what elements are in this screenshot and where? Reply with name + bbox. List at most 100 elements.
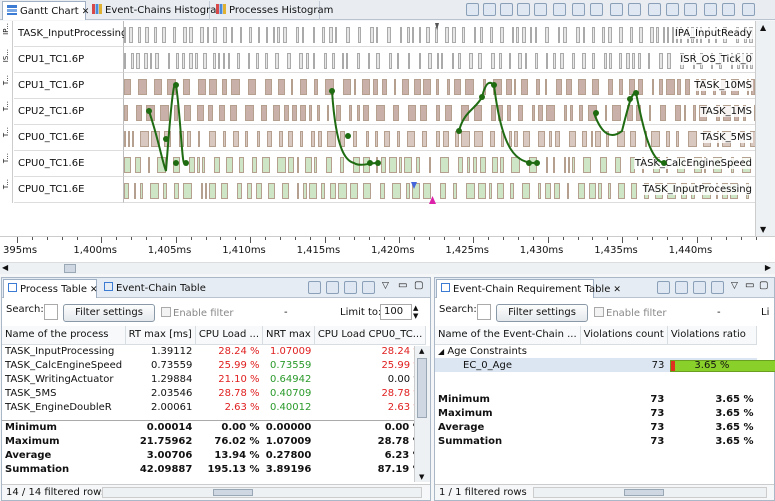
close-icon[interactable]: ✕	[90, 285, 98, 295]
column-header[interactable]: CPU Load CPU0_TC...	[314, 326, 427, 345]
table-row[interactable]: TASK_5MS 2.03546 28.78 % 0.40709 28.78 %	[2, 386, 426, 400]
nrt-max: 0.27800	[265, 449, 312, 461]
limit-stepper[interactable]: ▲ ▼	[413, 304, 423, 320]
zoom-fit-icon[interactable]	[704, 3, 717, 16]
fit-icon[interactable]	[648, 3, 661, 16]
filter-settings-button[interactable]: Filter settings	[496, 304, 588, 322]
pin-icon[interactable]	[610, 3, 623, 16]
column-header[interactable]: NRT max	[262, 326, 315, 345]
timeline-minor-tick	[146, 237, 148, 240]
zoom-out-icon[interactable]	[684, 3, 697, 16]
horizontal-scrollbar[interactable]: ◀ ▶	[0, 262, 775, 274]
rt-max: 42.09887	[139, 463, 193, 475]
table-row[interactable]: TASK_EngineDoubleR 2.00061 2.63 % 0.40012 2.…	[2, 400, 426, 414]
scroll-thumb[interactable]	[213, 489, 253, 496]
chain-point	[375, 160, 381, 166]
marker-icon	[429, 196, 436, 204]
column-header[interactable]: Name of the Event-Chain ...	[435, 326, 581, 345]
timeline-minor-tick	[413, 237, 415, 240]
zoom-in-icon[interactable]	[666, 3, 679, 16]
table-row[interactable]: TASK_CalcEngineSpeed 0.73559 25.99 % 0.7355…	[2, 358, 426, 372]
marker-icon[interactable]	[628, 3, 641, 16]
export-icon[interactable]	[693, 281, 706, 294]
timeline-minor-tick	[666, 237, 668, 240]
sort-down-icon[interactable]	[500, 3, 513, 16]
tab-process-table[interactable]: Process Table ✕	[3, 279, 98, 298]
scroll-up-icon[interactable]: ▲	[760, 23, 766, 32]
maximize-icon[interactable]	[742, 3, 755, 16]
copy-icon[interactable]	[657, 281, 670, 294]
chart-icon[interactable]	[362, 281, 375, 294]
summary-row[interactable]: Minimum 73 3.65 %	[435, 392, 757, 406]
copy-icon[interactable]	[308, 281, 321, 294]
scroll-left-icon[interactable]: ◀	[2, 263, 8, 272]
summary-row[interactable]: Maximum 73 3.65 %	[435, 406, 757, 420]
tab-event-chains-histogram[interactable]: Event-Chains Histogram	[88, 1, 226, 20]
scroll-thumb[interactable]	[624, 489, 664, 496]
tab-event-chain-table[interactable]: Event-Chain Table	[100, 279, 210, 298]
scroll-down-icon[interactable]: ▼	[419, 473, 424, 481]
limit-input[interactable]: 100	[380, 304, 412, 320]
timeline-minor-tick	[46, 237, 48, 240]
horizontal-scrollbar[interactable]	[533, 487, 767, 498]
timeline-minor-tick	[681, 237, 683, 240]
export-icon[interactable]	[572, 3, 585, 16]
table-row[interactable]: TASK_InputProcessing 1.39112 28.24 % 1.0700…	[2, 344, 426, 358]
scroll-down-icon[interactable]: ▼	[760, 225, 766, 234]
column-header[interactable]: Name of the process	[2, 326, 126, 345]
tab-gantt-chart[interactable]: Gantt Chart ✕	[2, 1, 89, 20]
enable-filter-checkbox[interactable]: Enable filter	[594, 307, 667, 319]
view-menu-icon[interactable]: ▽	[382, 281, 389, 291]
scroll-thumb[interactable]	[64, 264, 76, 273]
summary-row[interactable]: Average 73 3.65 %	[435, 420, 757, 434]
chart-icon[interactable]	[711, 281, 724, 294]
summary-row[interactable]: Summation 42.09887 195.13 % 3.89196 87.19 %	[2, 462, 426, 476]
search-input[interactable]	[44, 304, 58, 320]
maximize-icon[interactable]: ▢	[414, 280, 423, 291]
dash-label: -	[284, 307, 288, 318]
scroll-right-icon[interactable]: ▶	[765, 263, 771, 272]
export-icon[interactable]	[344, 281, 357, 294]
scroll-up-icon[interactable]: ▲	[419, 347, 424, 355]
sort-up-icon[interactable]	[483, 3, 496, 16]
column-header[interactable]: Violations count	[580, 326, 668, 345]
maximize-icon[interactable]: ▢	[759, 280, 768, 291]
process-panel: Process Table ✕ Event-Chain Table ▽ ▭ ▢ S…	[1, 277, 431, 501]
close-icon[interactable]: ✕	[613, 285, 621, 295]
search-input[interactable]	[477, 304, 491, 320]
grid-icon[interactable]	[553, 3, 566, 16]
table-row[interactable]: TASK_WritingActuator 1.29884 21.10 % 0.6494…	[2, 372, 426, 386]
table-row[interactable]: EC_0_Age 73 3.65 %	[435, 358, 775, 372]
filter-settings-button[interactable]: Filter settings	[63, 304, 155, 322]
export-icon[interactable]	[675, 281, 688, 294]
scroll-thumb[interactable]	[417, 358, 427, 418]
summary-row[interactable]: Maximum 21.75962 76.02 % 1.07009 28.78 %	[2, 434, 426, 448]
export-icon[interactable]	[326, 281, 339, 294]
collapse-icon[interactable]	[534, 3, 547, 16]
vertical-scrollbar[interactable]: ▲ ▼	[755, 21, 775, 236]
timeline-tick	[324, 237, 326, 243]
tab-processes-histogram[interactable]: Processes Histogram	[212, 1, 333, 20]
expand-icon[interactable]: ◢	[438, 347, 444, 356]
sort-icon[interactable]	[517, 3, 530, 16]
horizontal-scrollbar[interactable]	[102, 487, 422, 498]
view-menu-icon[interactable]: ▽	[731, 281, 738, 291]
minimize-icon[interactable]	[722, 3, 735, 16]
column-header[interactable]: Violations ratio	[667, 326, 758, 345]
summary-row[interactable]: Minimum 0.00014 0.00 % 0.00000 0.00 %	[2, 420, 426, 434]
column-header[interactable]: RT max [ms]	[125, 326, 196, 345]
summary-row[interactable]: Average 3.00706 13.94 % 0.27800 6.23 %	[2, 448, 426, 462]
minimize-icon[interactable]: ▭	[398, 280, 407, 291]
column-header[interactable]: CPU Load ...	[195, 326, 264, 345]
vertical-scrollbar[interactable]: ▲ ▼	[414, 346, 430, 482]
settings-icon[interactable]	[590, 3, 603, 16]
timeline-tick	[399, 237, 400, 243]
toolbar-button[interactable]	[466, 3, 479, 16]
enable-filter-checkbox[interactable]: Enable filter	[161, 307, 234, 319]
violations-ratio-cell: 3.65 %	[667, 358, 775, 372]
tree-group-row[interactable]: ◢ Age Constraints	[435, 344, 757, 358]
tab-event-chain-requirement-table[interactable]: Event-Chain Requirement Table ✕	[436, 279, 621, 298]
summary-row[interactable]: Summation 73 3.65 %	[435, 434, 757, 448]
gantt-chart[interactable]: IP... TASK_InputProcessing IPA_InputReady I…	[0, 21, 775, 236]
minimize-icon[interactable]: ▭	[745, 280, 754, 291]
